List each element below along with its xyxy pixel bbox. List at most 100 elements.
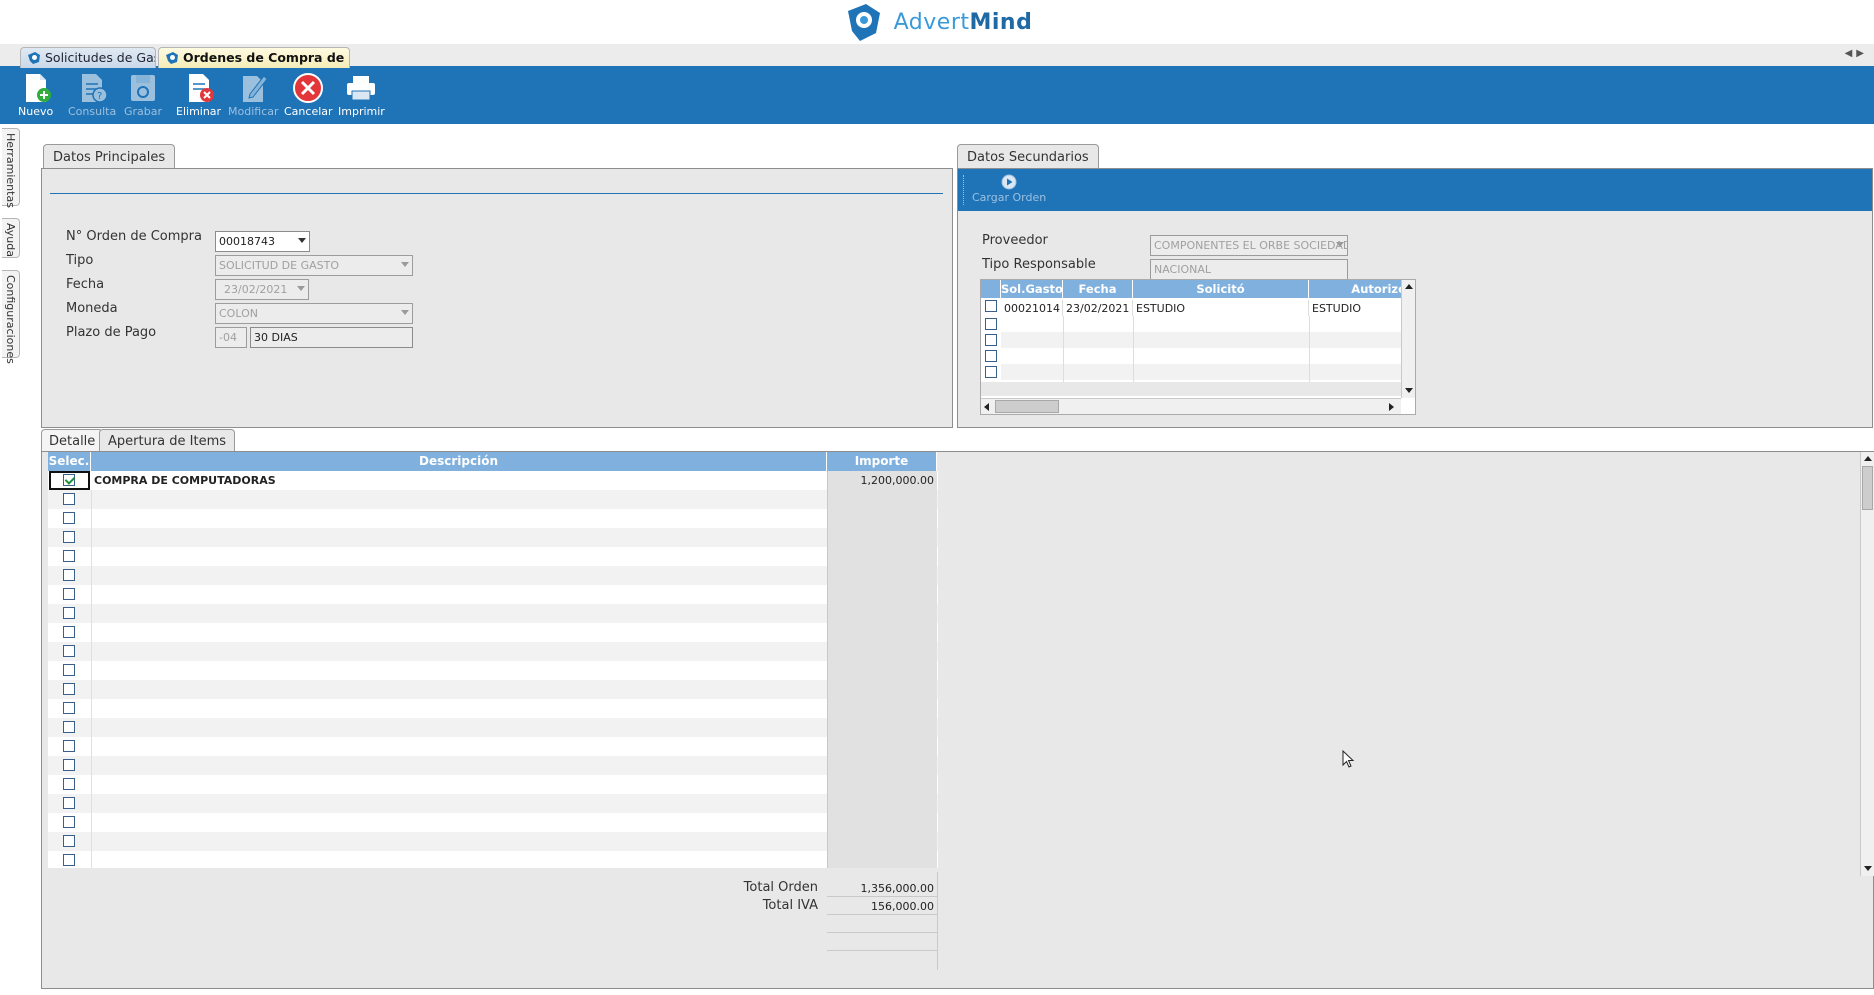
rail-tab-configuraciones[interactable]: Configuraciones [2,270,20,364]
cell-importe[interactable] [827,832,937,851]
row-select-checkbox[interactable] [63,569,75,581]
cell-importe[interactable] [827,661,937,680]
doc-tab-ordenes[interactable]: Ordenes de Compra de Gastos [158,47,350,68]
cell-fecha[interactable]: 23/02/2021 [1063,300,1133,316]
cell-descripcion[interactable]: COMPRA DE COMPUTADORAS [91,471,827,490]
row-selector[interactable] [48,604,91,623]
table-row[interactable] [48,490,938,509]
row-select-checkbox[interactable] [63,626,75,638]
row-selector[interactable] [48,547,91,566]
detail-vertical-scrollbar[interactable] [1860,452,1874,876]
imprimir-button[interactable]: Imprimir [338,72,385,122]
cancelar-button[interactable]: Cancelar [284,72,333,122]
tipo-responsable-field[interactable]: NACIONAL [1150,259,1348,280]
row-select-checkbox[interactable] [63,493,75,505]
row-select-checkbox[interactable] [985,318,997,330]
row-select-checkbox[interactable] [63,531,75,543]
row-select-checkbox[interactable] [985,300,997,312]
cell-descripcion[interactable] [91,490,827,509]
table-row[interactable] [48,661,938,680]
row-selector[interactable] [48,661,91,680]
cell-importe[interactable] [827,794,937,813]
row-select-checkbox[interactable] [63,797,75,809]
row-selector[interactable] [48,490,91,509]
moneda-select[interactable]: COLON [215,303,413,324]
table-row[interactable] [48,642,938,661]
cell-importe[interactable]: 1,200,000.00 [827,471,937,490]
scroll-thumb[interactable] [1862,466,1873,510]
cell-importe[interactable] [827,813,937,832]
cell-importe[interactable] [827,756,937,775]
cell-descripcion[interactable] [91,585,827,604]
tab-apertura-items[interactable]: Apertura de Items [99,429,236,451]
row-select-checkbox[interactable] [63,740,75,752]
cell-solicito[interactable]: ESTUDIO [1133,300,1309,316]
row-select-checkbox[interactable] [985,350,997,362]
table-row[interactable] [48,756,938,775]
fecha-date-picker[interactable]: 23/02/2021 [215,279,309,300]
row-select-checkbox[interactable] [63,474,75,486]
scroll-up-icon[interactable] [1864,456,1872,461]
cell-importe[interactable] [827,509,937,528]
cell-importe[interactable] [827,737,937,756]
row-select-checkbox[interactable] [63,759,75,771]
tab-detalle[interactable]: Detalle [41,429,104,451]
row-select-checkbox[interactable] [63,683,75,695]
cell-descripcion[interactable] [91,642,827,661]
row-selector[interactable] [48,851,91,868]
grabar-button[interactable]: Grabar [124,72,162,122]
row-selector[interactable] [48,585,91,604]
row-selector[interactable] [48,737,91,756]
row-selector[interactable] [48,756,91,775]
table-row[interactable] [48,737,938,756]
row-select-checkbox[interactable] [63,550,75,562]
table-row[interactable] [48,623,938,642]
cargar-orden-button[interactable]: Cargar Orden [972,174,1046,204]
row-selector[interactable] [48,794,91,813]
cell-importe[interactable] [827,642,937,661]
row-selector[interactable] [48,642,91,661]
cell-descripcion[interactable] [91,813,827,832]
cell-descripcion[interactable] [91,699,827,718]
grid-horizontal-scrollbar[interactable] [981,398,1401,414]
row-selector[interactable] [48,699,91,718]
cell-importe[interactable] [827,547,937,566]
cell-importe[interactable] [827,604,937,623]
row-selector[interactable] [48,623,91,642]
row-select-checkbox[interactable] [985,366,997,378]
cell-importe[interactable] [827,623,937,642]
row-select-checkbox[interactable] [63,645,75,657]
cell-importe[interactable] [827,851,937,868]
row-select-checkbox[interactable] [63,778,75,790]
table-row[interactable] [48,851,938,868]
row-select-checkbox[interactable] [63,854,75,866]
row-selector[interactable] [48,528,91,547]
table-row[interactable] [48,566,938,585]
rail-tab-ayuda[interactable]: Ayuda [2,218,20,258]
row-selector[interactable] [48,813,91,832]
cell-descripcion[interactable] [91,737,827,756]
modificar-button[interactable]: Modificar [228,72,279,122]
table-row[interactable] [48,528,938,547]
cell-descripcion[interactable] [91,566,827,585]
table-row[interactable] [48,585,938,604]
cell-importe[interactable] [827,528,937,547]
cell-sol-gasto[interactable]: 00021014 [1001,300,1063,316]
cell-descripcion[interactable] [91,509,827,528]
table-row[interactable] [48,699,938,718]
row-select-checkbox[interactable] [63,835,75,847]
table-row[interactable] [48,509,938,528]
cell-descripcion[interactable] [91,623,827,642]
consulta-button[interactable]: ? Consulta [68,72,116,122]
cell-descripcion[interactable] [91,528,827,547]
table-row[interactable] [48,775,938,794]
cell-descripcion[interactable] [91,718,827,737]
doc-tab-solicitudes[interactable]: Solicitudes de Gastos [20,47,156,68]
cell-descripcion[interactable] [91,547,827,566]
plazo-description-field[interactable]: 30 DIAS [250,327,413,348]
tipo-select[interactable]: SOLICITUD DE GASTO [215,255,413,276]
row-selector[interactable] [48,471,91,490]
row-select-checkbox[interactable] [63,588,75,600]
table-row[interactable] [48,680,938,699]
scroll-down-icon[interactable] [1864,866,1872,871]
